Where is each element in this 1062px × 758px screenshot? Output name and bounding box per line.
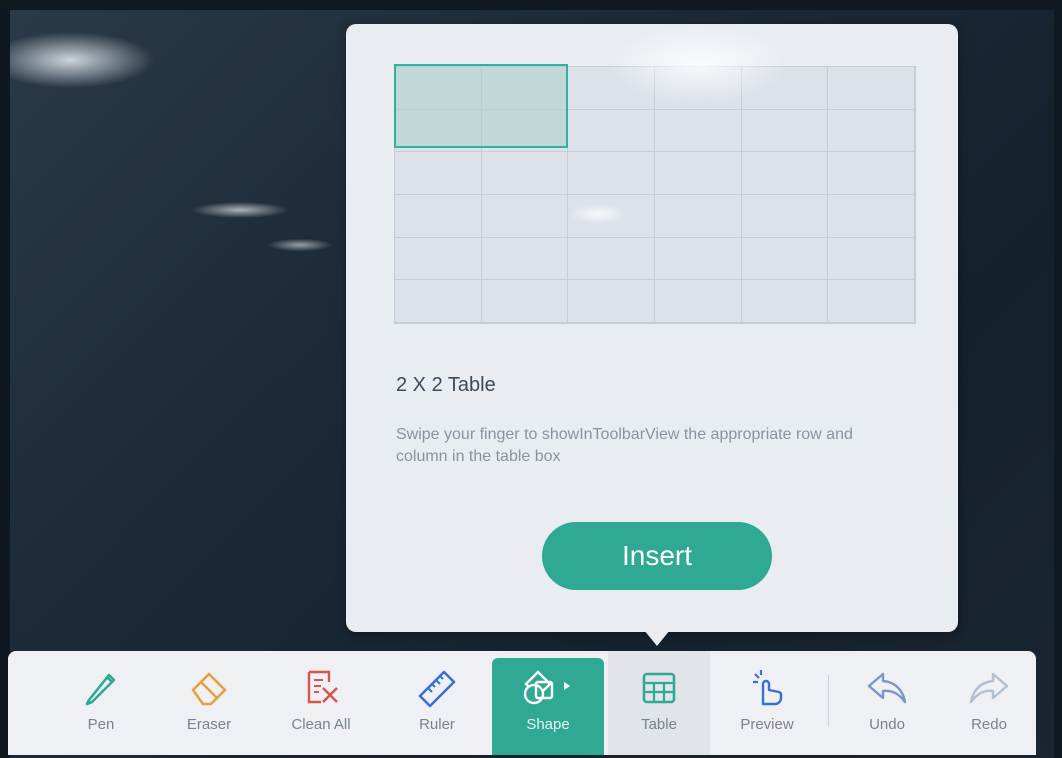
table-grid-cell[interactable]	[741, 152, 829, 195]
pen-tool-button[interactable]: Pen	[50, 651, 152, 755]
table-grid-cell[interactable]	[481, 280, 569, 323]
popup-pointer	[644, 630, 670, 646]
table-grid-cell[interactable]	[741, 280, 829, 323]
pen-label: Pen	[87, 716, 115, 733]
screen-bezel-left	[0, 0, 10, 758]
table-grid-cell[interactable]	[654, 152, 742, 195]
shape-label: Shape	[526, 716, 570, 733]
table-grid-cell[interactable]	[654, 280, 742, 323]
screen-glare	[568, 204, 628, 224]
eraser-icon	[191, 672, 227, 706]
screen-bezel-top	[0, 0, 1062, 10]
table-insert-popup: 2 X 2 Table Swipe your finger to showInT…	[346, 24, 958, 632]
shape-tool-button[interactable]: Shape	[492, 658, 604, 755]
table-label: Table	[641, 716, 677, 733]
redo-icon	[969, 672, 1009, 704]
clean-all-tool-button[interactable]: Clean All	[270, 651, 372, 755]
eraser-tool-button[interactable]: Eraser	[158, 651, 260, 755]
table-grid-cell[interactable]	[481, 195, 569, 238]
table-grid-cell[interactable]	[741, 109, 829, 153]
preview-tool-button[interactable]: Preview	[716, 651, 818, 755]
table-grid-cell[interactable]	[741, 195, 829, 238]
table-grid-cell[interactable]	[395, 237, 482, 281]
table-grid-cell[interactable]	[654, 237, 742, 281]
table-icon	[642, 672, 676, 704]
screen-bezel-right	[1054, 0, 1062, 758]
table-grid-cell[interactable]	[828, 109, 915, 153]
undo-icon	[867, 672, 907, 704]
table-grid-cell[interactable]	[828, 237, 915, 281]
table-grid-cell[interactable]	[654, 109, 742, 153]
insert-button[interactable]: Insert	[542, 522, 772, 590]
ruler-tool-button[interactable]: Ruler	[386, 651, 488, 755]
shape-icon	[523, 670, 570, 705]
table-grid-cell[interactable]	[395, 280, 482, 323]
table-grid-cell[interactable]	[395, 152, 482, 195]
eraser-label: Eraser	[186, 716, 232, 733]
ruler-label: Ruler	[419, 716, 455, 733]
toolbar-divider	[828, 675, 829, 727]
table-grid-cell[interactable]	[481, 152, 569, 195]
table-grid-cell[interactable]	[481, 237, 569, 281]
clean-all-label: Clean All	[291, 716, 351, 733]
screen-glare	[608, 24, 788, 104]
bottom-toolbar: Pen Eraser Clean All Ruler Shape Table P…	[8, 651, 1036, 755]
preview-icon	[753, 670, 783, 706]
table-grid-cell[interactable]	[654, 195, 742, 238]
table-size-title: 2 X 2 Table	[396, 374, 496, 396]
undo-label: Undo	[869, 716, 905, 733]
table-grid-cell[interactable]	[828, 67, 915, 110]
table-grid-cell[interactable]	[568, 280, 655, 323]
redo-label: Redo	[971, 716, 1007, 733]
redo-button[interactable]: Redo	[938, 651, 1040, 755]
table-grid-cell[interactable]	[395, 195, 482, 238]
clean-all-icon	[307, 670, 338, 704]
preview-label: Preview	[740, 716, 794, 733]
table-selection-highlight[interactable]	[394, 64, 568, 148]
undo-button[interactable]: Undo	[836, 651, 938, 755]
table-tool-button[interactable]: Table	[608, 651, 710, 755]
table-grid-cell[interactable]	[568, 109, 655, 153]
pen-icon	[85, 673, 116, 706]
table-instructions: Swipe your finger to showInToolbarView t…	[396, 426, 853, 465]
table-grid-cell[interactable]	[741, 237, 829, 281]
table-grid-cell[interactable]	[568, 237, 655, 281]
table-grid-cell[interactable]	[828, 152, 915, 195]
ruler-icon	[418, 670, 456, 708]
table-grid-cell[interactable]	[828, 280, 915, 323]
table-grid-cell[interactable]	[568, 152, 655, 195]
table-grid-cell[interactable]	[828, 195, 915, 238]
